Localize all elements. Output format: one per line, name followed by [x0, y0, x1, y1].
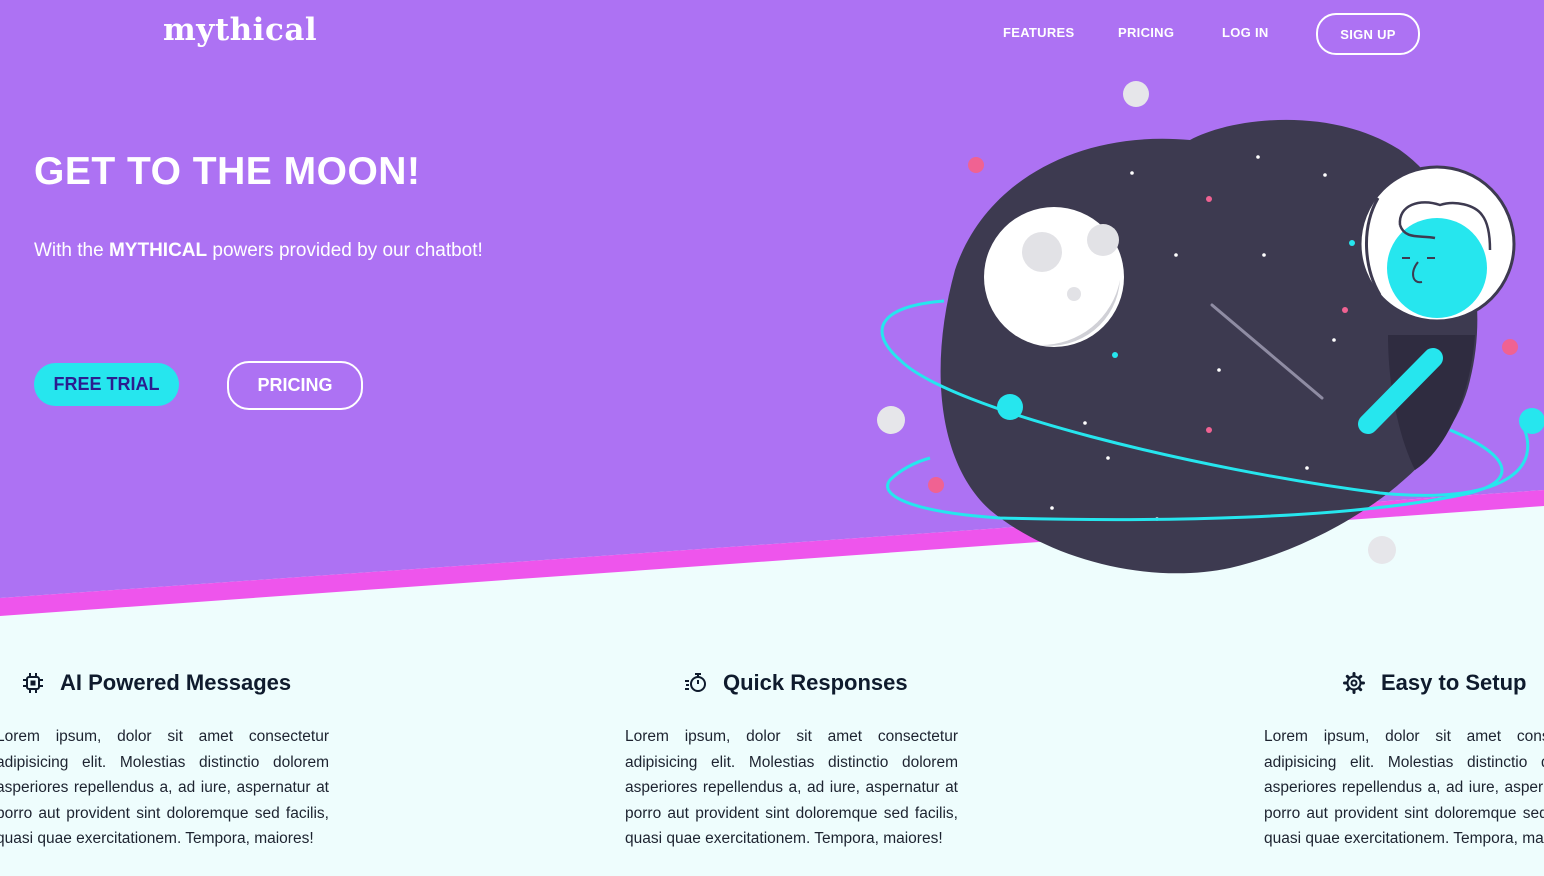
orbit-satellite — [1519, 408, 1544, 434]
feature-description: Lorem ipsum, dolor sit amet consectetur … — [1264, 728, 1544, 848]
feature-title-text: Quick Responses — [723, 670, 908, 695]
floating-dot — [877, 406, 905, 434]
nav-pricing-link[interactable]: PRICING — [1118, 25, 1174, 40]
pricing-button[interactable]: PRICING — [227, 361, 363, 410]
floating-dot — [928, 477, 944, 493]
floating-dot — [1368, 536, 1396, 564]
gear-icon — [1341, 670, 1367, 696]
feature-description: Lorem ipsum, dolor sit amet consectetur … — [625, 728, 958, 848]
floating-dot — [968, 157, 984, 173]
signup-button[interactable]: SIGN UP — [1316, 13, 1420, 55]
hero-subtitle-prefix: With the — [34, 240, 109, 261]
orbit-satellite — [997, 394, 1023, 420]
floating-dot — [1123, 81, 1149, 107]
free-trial-button[interactable]: FREE TRIAL — [34, 363, 179, 406]
floating-dot — [1502, 339, 1518, 355]
astronaut-face — [1387, 218, 1487, 318]
feature-description: Lorem ipsum, dolor sit amet consectetur … — [0, 728, 329, 848]
feature-title: AI Powered Messages — [20, 670, 291, 696]
nav-features-link[interactable]: FEATURES — [1003, 25, 1075, 40]
nav-login-link[interactable]: LOG IN — [1222, 25, 1269, 40]
stopwatch-icon — [683, 670, 709, 696]
feature-ai-powered: AI Powered Messages Lorem ipsum, dolor s… — [0, 670, 329, 847]
hero-subtitle: With the MYTHICAL powers provided by our… — [34, 240, 483, 262]
feature-quick-responses: Quick Responses Lorem ipsum, dolor sit a… — [625, 670, 958, 847]
cpu-chip-icon — [20, 670, 46, 696]
feature-easy-setup: Easy to Setup Lorem ipsum, dolor sit ame… — [1264, 670, 1544, 847]
feature-title: Quick Responses — [683, 670, 908, 696]
hero-subtitle-brand: MYTHICAL — [108, 240, 208, 261]
space-illustration — [877, 81, 1544, 574]
feature-title-text: AI Powered Messages — [60, 670, 292, 695]
hero-title: GET TO THE MOON! — [34, 150, 421, 193]
feature-title-text: Easy to Setup — [1381, 670, 1527, 695]
logo[interactable]: mythical — [163, 12, 317, 48]
feature-title: Easy to Setup — [1341, 670, 1526, 696]
hero-subtitle-suffix: powers provided by our chatbot! — [207, 240, 483, 261]
